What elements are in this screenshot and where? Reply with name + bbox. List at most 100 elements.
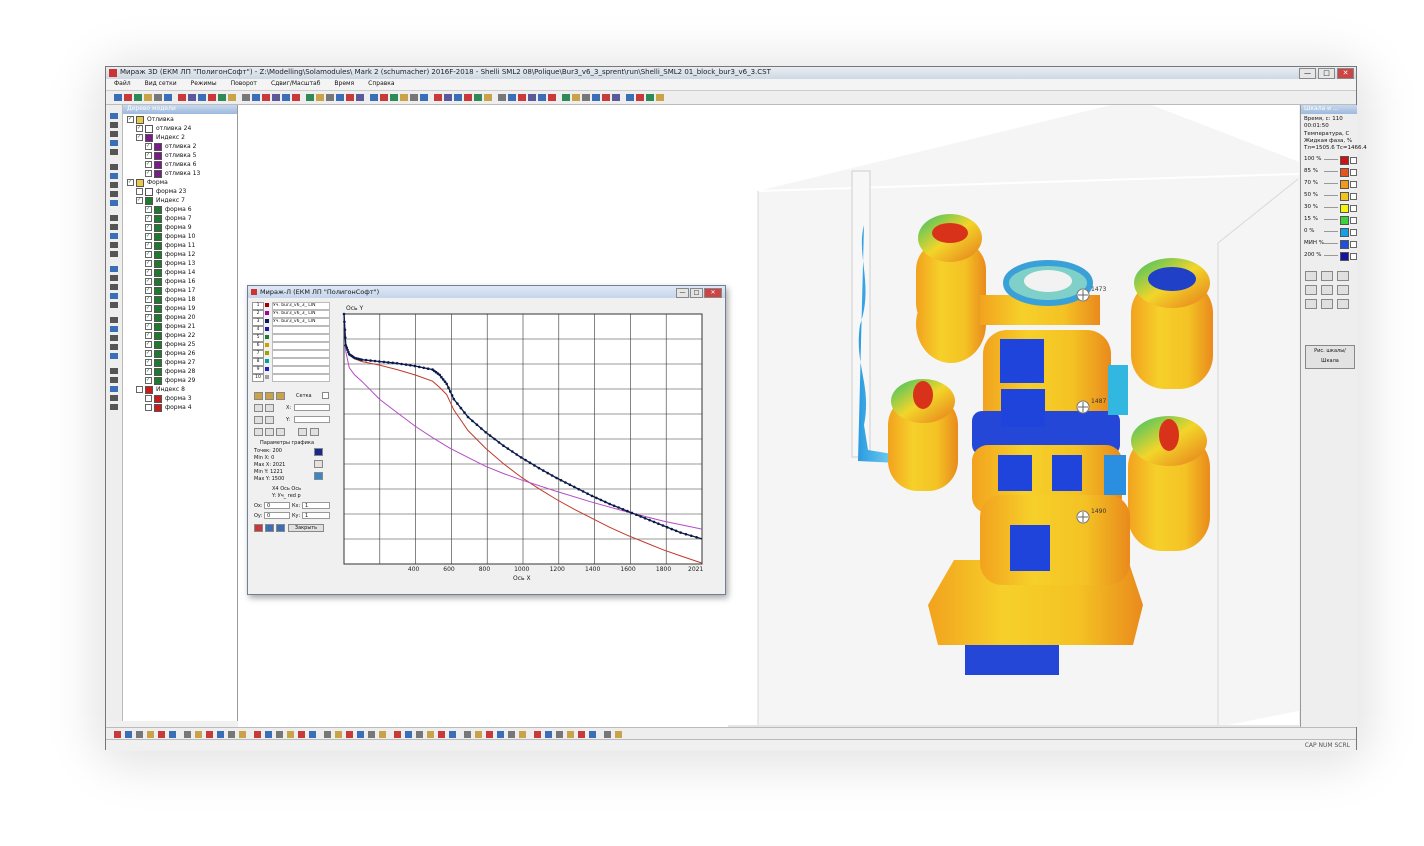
scale-tool-button[interactable] [1337, 285, 1349, 295]
side-tool-icon[interactable] [110, 164, 118, 170]
side-tool-icon[interactable] [110, 173, 118, 179]
toolbar-tool-icon[interactable] [282, 94, 290, 101]
bottom-tool-icon[interactable] [228, 731, 235, 738]
toolbar-tool-icon[interactable] [464, 94, 472, 101]
toolbar-tool-icon[interactable] [548, 94, 556, 101]
bottom-tool-icon[interactable] [206, 731, 213, 738]
toolbar-tool-icon[interactable] [370, 94, 378, 101]
series-name[interactable] [272, 326, 330, 334]
series-number[interactable]: 1 [252, 302, 264, 310]
side-tool-icon[interactable] [110, 353, 118, 359]
series-color-swatch[interactable] [265, 335, 269, 339]
kx-field[interactable]: 1 [302, 502, 330, 509]
legend-color-swatch[interactable] [1340, 204, 1349, 213]
scale-tool-button[interactable] [1305, 271, 1317, 281]
legend-color-swatch[interactable] [1340, 192, 1349, 201]
legend-row[interactable]: МИН % [1304, 239, 1357, 249]
series-name[interactable] [272, 334, 330, 342]
bottom-tool-icon[interactable] [184, 731, 191, 738]
toolbar-tool-icon[interactable] [656, 94, 664, 101]
oy-field[interactable]: 0 [264, 512, 290, 519]
bottom-tool-icon[interactable] [438, 731, 445, 738]
tree-item-checkbox[interactable]: ✓ [136, 134, 143, 141]
toolbar-tool-icon[interactable] [474, 94, 482, 101]
save-icon[interactable] [265, 392, 274, 400]
menu-help[interactable]: Справка [360, 79, 400, 90]
tree-item[interactable]: ✓ отливка 6 [145, 160, 196, 169]
tree-item-checkbox[interactable]: ✓ [145, 233, 152, 240]
tree-item[interactable]: ✓ Индекс 2 [136, 133, 185, 142]
copy-icon[interactable] [265, 524, 274, 532]
series-name[interactable] [272, 374, 330, 382]
bottom-tool-icon[interactable] [379, 731, 386, 738]
toolbar-tool-icon[interactable] [252, 94, 260, 101]
tree-item[interactable]: ✓ форма 14 [145, 268, 195, 277]
side-tool-icon[interactable] [110, 113, 118, 119]
tree-item-checkbox[interactable] [136, 188, 143, 195]
tree-item[interactable]: ✓ форма 13 [145, 259, 195, 268]
close-graph-button[interactable]: Закрыть [288, 524, 324, 532]
tree-item[interactable]: ✓ отливка 5 [145, 151, 196, 160]
side-tool-icon[interactable] [110, 404, 118, 410]
series-color-swatch[interactable] [265, 367, 269, 371]
series-number[interactable]: 8 [252, 358, 264, 366]
bottom-tool-icon[interactable] [449, 731, 456, 738]
series-row[interactable]: 2 Уч. bur3_v6_3_ LIN [252, 310, 332, 318]
toolbar-tool-icon[interactable] [306, 94, 314, 101]
bottom-tool-icon[interactable] [475, 731, 482, 738]
tree-item[interactable]: ✓ форма 11 [145, 241, 195, 250]
bottom-tool-icon[interactable] [589, 731, 596, 738]
pan-up-icon[interactable] [254, 428, 263, 436]
side-tool-icon[interactable] [110, 266, 118, 272]
side-tool-icon[interactable] [110, 302, 118, 308]
legend-checkbox[interactable] [1350, 169, 1357, 176]
bottom-tool-icon[interactable] [578, 731, 585, 738]
toolbar-tool-icon[interactable] [346, 94, 354, 101]
bottom-tool-icon[interactable] [519, 731, 526, 738]
toolbar-tool-icon[interactable] [208, 94, 216, 101]
toolbar-tool-icon[interactable] [528, 94, 536, 101]
series-color-swatch[interactable] [265, 343, 269, 347]
toolbar-tool-icon[interactable] [262, 94, 270, 101]
series-number[interactable]: 6 [252, 342, 264, 350]
zoom-out-icon[interactable] [265, 404, 274, 412]
menu-rotate[interactable]: Поворот [223, 79, 263, 90]
legend-color-swatch[interactable] [1340, 168, 1349, 177]
series-row[interactable]: 1 Уч. bur3_v6_3_ LIN [252, 302, 332, 310]
ox-field[interactable]: 0 [264, 502, 290, 509]
legend-row[interactable]: 85 % [1304, 167, 1357, 177]
bottom-tool-icon[interactable] [427, 731, 434, 738]
legend-color-swatch[interactable] [1340, 240, 1349, 249]
side-tool-icon[interactable] [110, 377, 118, 383]
tree-item[interactable]: ✓ форма 29 [145, 376, 195, 385]
graph-plot[interactable]: Ось Y Ось X 400 600 800 1000 1200 1400 1600 1800 2… [336, 300, 714, 590]
legend-color-swatch[interactable] [1340, 216, 1349, 225]
x-coordinate-field[interactable] [294, 404, 330, 411]
tree-item-checkbox[interactable]: ✓ [145, 242, 152, 249]
toolbar-tool-icon[interactable] [154, 94, 162, 101]
tree-item[interactable]: ✓ форма 17 [145, 286, 195, 295]
bottom-tool-icon[interactable] [276, 731, 283, 738]
tree-item[interactable]: ✓ форма 16 [145, 277, 195, 286]
bottom-tool-icon[interactable] [394, 731, 401, 738]
minimize-button[interactable]: — [1299, 68, 1316, 79]
legend-row[interactable]: 70 % [1304, 179, 1357, 189]
toolbar-tool-icon[interactable] [602, 94, 610, 101]
tree-item[interactable]: ✓ форма 22 [145, 331, 195, 340]
legend-checkbox[interactable] [1350, 157, 1357, 164]
toolbar-tool-icon[interactable] [434, 94, 442, 101]
bottom-tool-icon[interactable] [416, 731, 423, 738]
graph-close-button[interactable]: ✕ [704, 288, 722, 298]
side-tool-icon[interactable] [110, 215, 118, 221]
bottom-tool-icon[interactable] [158, 731, 165, 738]
bottom-tool-icon[interactable] [368, 731, 375, 738]
side-tool-icon[interactable] [110, 131, 118, 137]
side-tool-icon[interactable] [110, 335, 118, 341]
tree-item-checkbox[interactable]: ✓ [136, 125, 143, 132]
legend-row[interactable]: 30 % [1304, 203, 1357, 213]
close-button[interactable]: ✕ [1337, 68, 1354, 79]
tree-item[interactable]: ✓ форма 9 [145, 223, 192, 232]
tree-item-checkbox[interactable]: ✓ [145, 323, 152, 330]
bottom-tool-icon[interactable] [346, 731, 353, 738]
tree-item[interactable]: ✓ форма 25 [145, 340, 195, 349]
